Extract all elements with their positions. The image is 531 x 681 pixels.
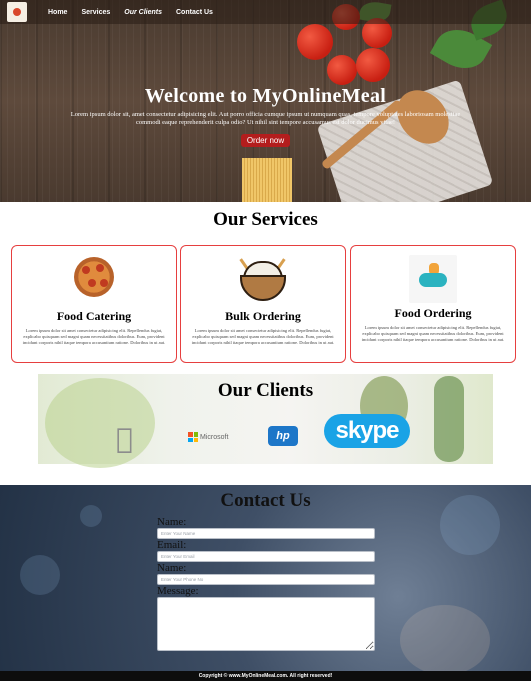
service-card-bulk-ordering[interactable]: Bulk Ordering Lorem ipsum dolor sit amet…	[180, 245, 346, 363]
hp-logo-icon: hp	[268, 426, 298, 446]
service-card-description: Lorem ipsum dolor sit amet consectetur a…	[22, 328, 166, 345]
service-card-description: Lorem ipsum dolor sit amet consectetur a…	[191, 328, 335, 345]
navbar: Home Services Our Clients Contact Us	[0, 0, 531, 24]
pizza-icon	[71, 257, 117, 303]
message-label: Message:	[157, 585, 199, 597]
skype-logo-icon: skype	[324, 414, 410, 448]
delivery-scooter-icon	[409, 255, 457, 303]
tomato-image	[356, 48, 390, 82]
tomato-image	[327, 55, 357, 85]
hero-description: Lorem ipsum dolor sit, amet consectetur …	[70, 111, 461, 126]
pasta-image	[242, 158, 292, 202]
contact-form: Name: Email: Name: Message:	[157, 516, 375, 651]
bokeh-light	[20, 555, 60, 595]
contact-section: Contact Us Name: Email: Name: Message:	[0, 485, 531, 671]
apple-logo-icon: 	[116, 422, 133, 455]
tomato-image	[297, 24, 333, 60]
site-logo[interactable]	[7, 2, 27, 22]
phone-label: Name:	[157, 562, 187, 574]
logo-icon	[13, 8, 21, 16]
nav-links: Home Services Our Clients Contact Us	[48, 9, 227, 16]
microsoft-logo-text: Microsoft	[200, 433, 229, 441]
services-title: Our Services	[213, 209, 318, 230]
service-card-description: Lorem ipsum dolor sit amet consectetur a…	[361, 325, 505, 342]
email-input[interactable]	[157, 551, 375, 562]
name-label: Name:	[157, 516, 187, 528]
contact-title: Contact Us	[220, 490, 311, 511]
service-card-food-ordering[interactable]: Food Ordering Lorem ipsum dolor sit amet…	[350, 245, 516, 363]
email-label: Email:	[157, 539, 187, 551]
hand-phone-image	[400, 605, 490, 671]
phone-input[interactable]	[157, 574, 375, 585]
nav-link-home[interactable]: Home	[48, 9, 67, 16]
nav-link-services[interactable]: Services	[81, 9, 110, 16]
rice-bowl-icon	[239, 257, 286, 303]
footer: Copyright © www.MyOnlineMeal.com. All ri…	[0, 671, 531, 681]
hero-title: Welcome to MyOnlineMeal	[144, 85, 387, 107]
order-now-button[interactable]: Order now	[240, 134, 291, 147]
service-card-title: Food Catering	[56, 309, 132, 323]
nav-link-contact-us[interactable]: Contact Us	[176, 9, 213, 16]
microsoft-logo-icon: Microsoft	[188, 432, 228, 442]
nav-link-our-clients[interactable]: Our Clients	[124, 9, 162, 16]
clients-title: Our Clients	[217, 380, 314, 401]
services-section: Our Services Food Catering Lorem ipsum d…	[0, 202, 531, 374]
hero-banner: Welcome to MyOnlineMeal Lorem ipsum dolo…	[0, 0, 531, 202]
service-card-title: Bulk Ordering	[225, 309, 301, 323]
hero-content: Welcome to MyOnlineMeal Lorem ipsum dolo…	[0, 85, 531, 148]
name-input[interactable]	[157, 528, 375, 539]
service-card-title: Food Ordering	[394, 306, 472, 320]
clients-section: Our Clients  Microsoft hp skype	[0, 374, 531, 468]
message-textarea[interactable]	[157, 597, 375, 651]
pizza-image	[74, 257, 114, 297]
service-card-food-catering[interactable]: Food Catering Lorem ipsum dolor sit amet…	[11, 245, 177, 363]
